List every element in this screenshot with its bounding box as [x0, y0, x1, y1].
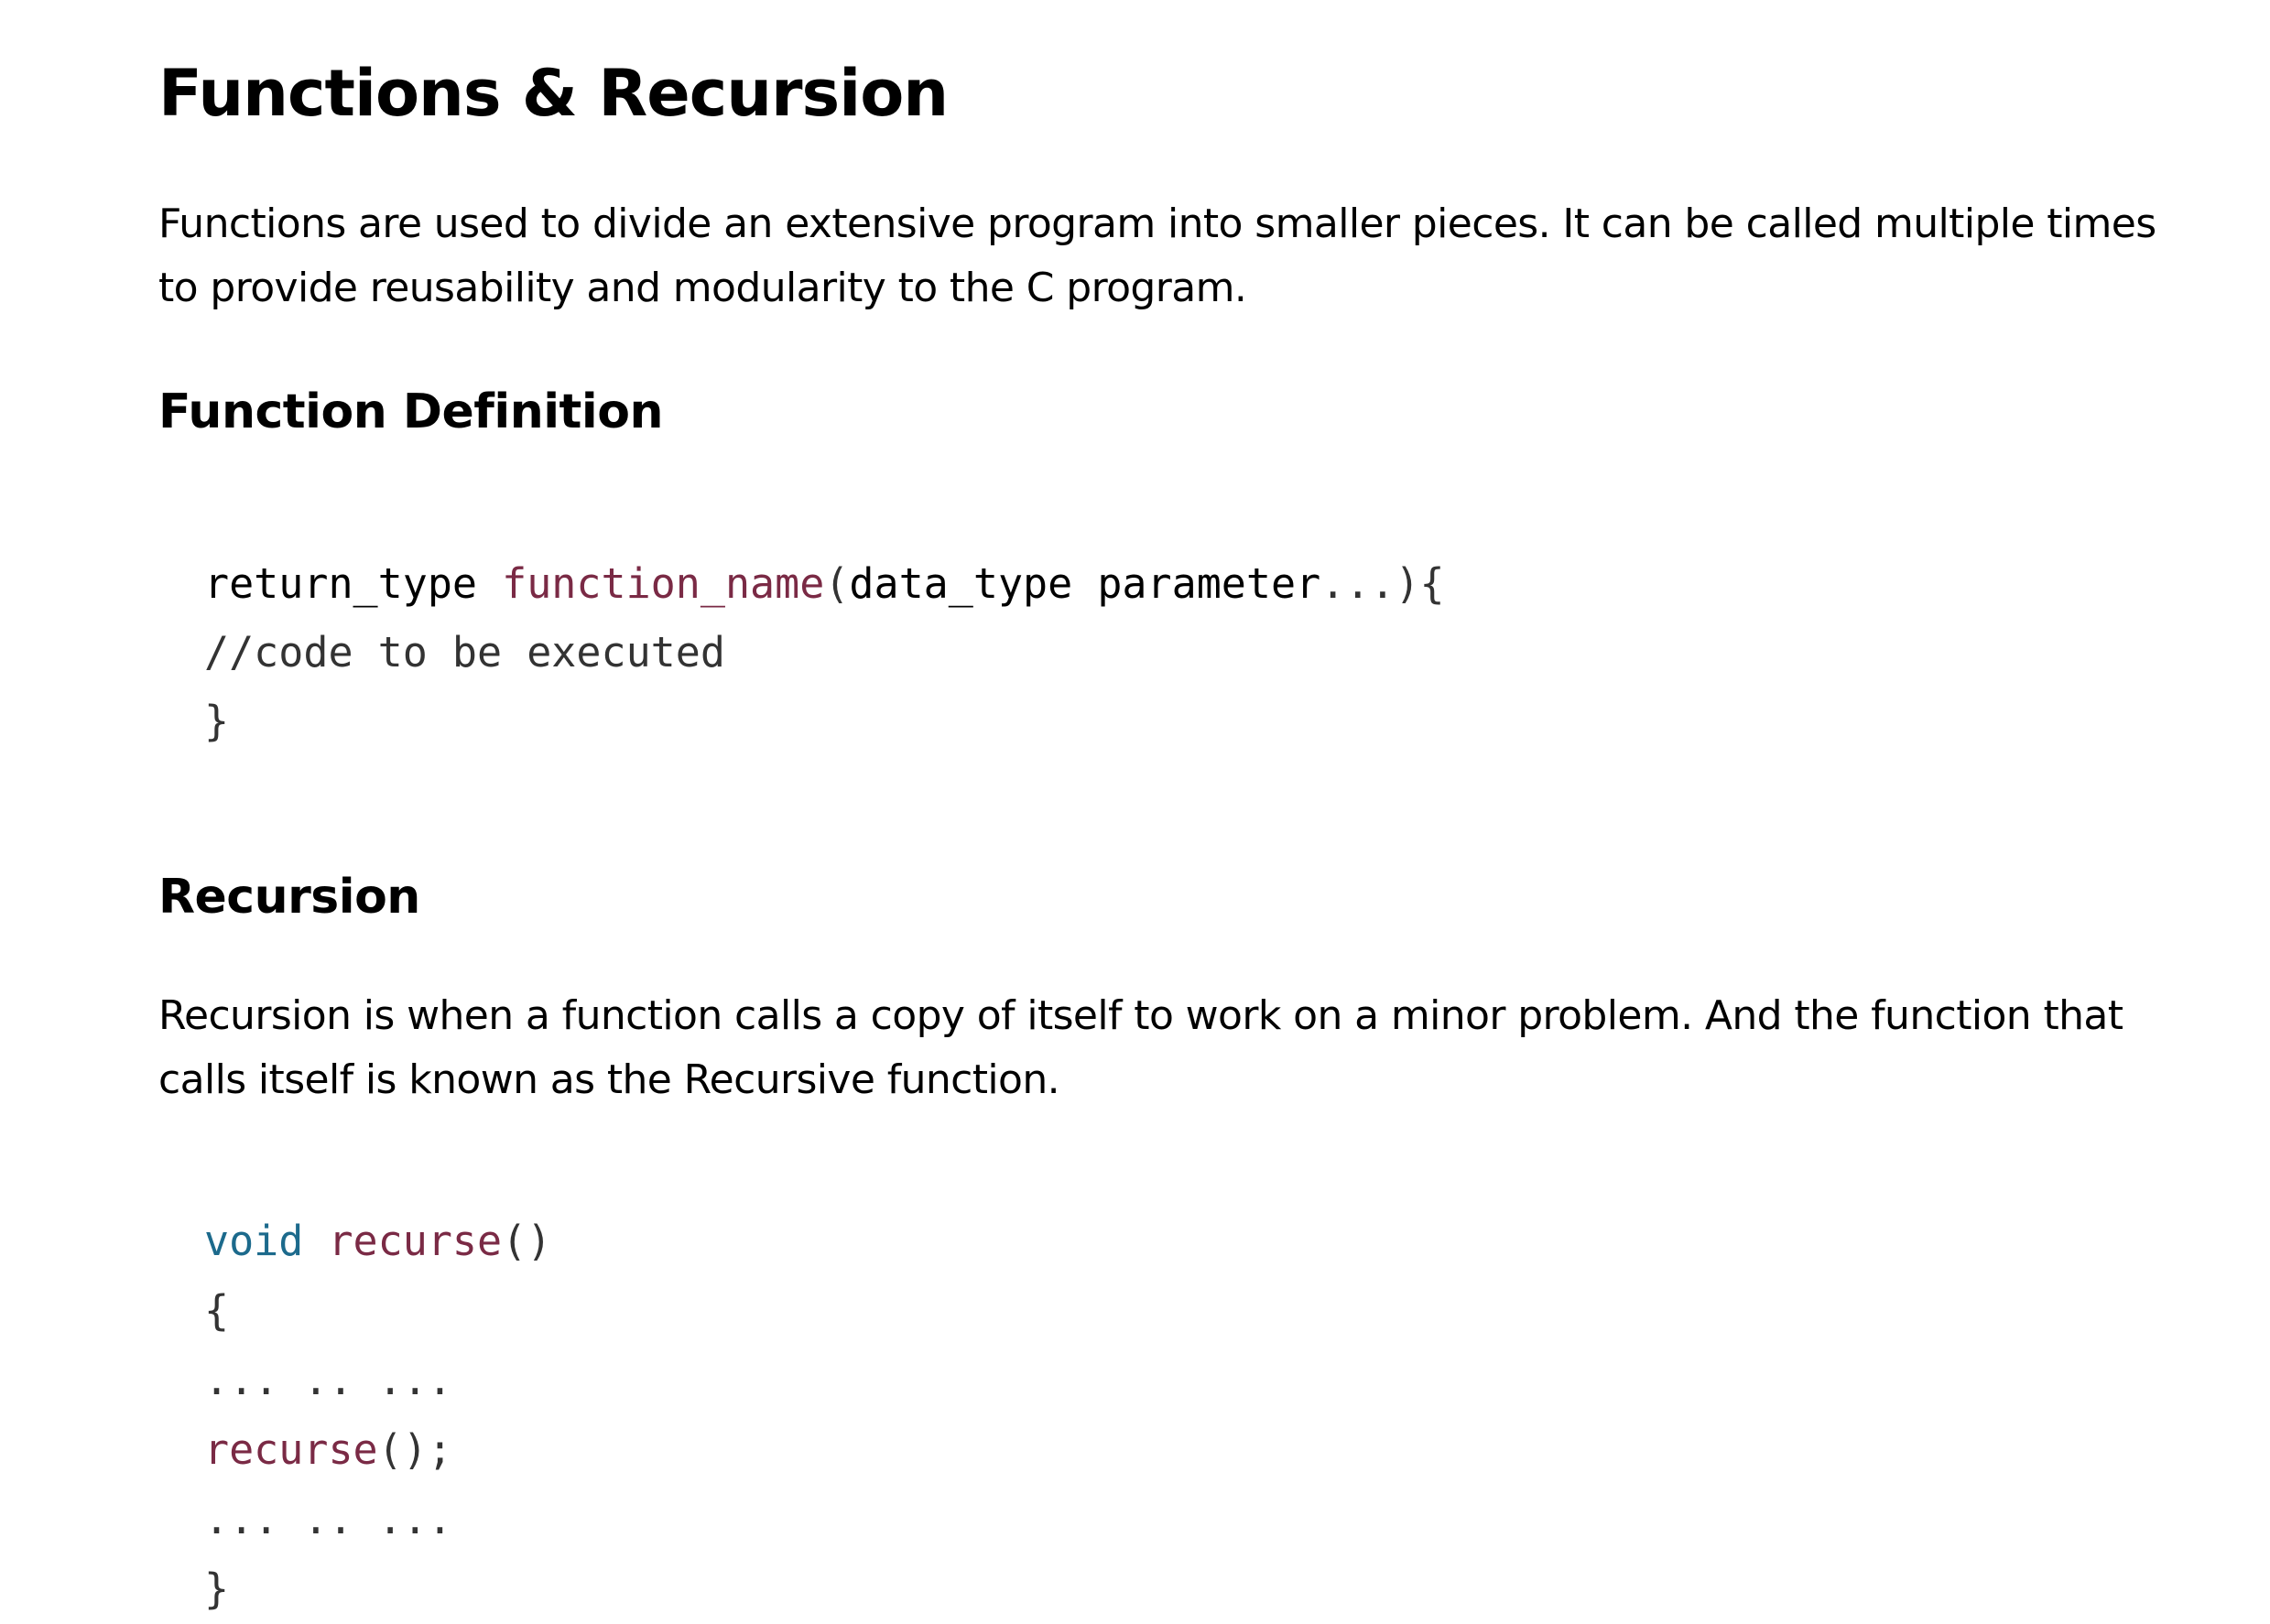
code-recursive-call: recurse — [204, 1425, 378, 1474]
code-line-1: return_type function_name(data_type para… — [204, 549, 1445, 618]
code-function-name: function_name — [502, 559, 825, 608]
code-parens: () — [502, 1217, 552, 1265]
code-function-name: recurse — [328, 1217, 503, 1265]
code-line-3: ... .. ... — [204, 1356, 452, 1404]
recursion-paragraph: Recursion is when a function calls a cop… — [158, 992, 2123, 1103]
code-line-2: //code to be executed — [204, 628, 725, 677]
page-title: Functions & Recursion — [158, 56, 949, 131]
code-line-rest: ...){ — [1320, 559, 1445, 608]
code-open-paren: ( — [824, 559, 850, 608]
function-definition-code-block: return_type function_name(data_type para… — [204, 549, 1445, 755]
code-keyword-void: void — [204, 1217, 304, 1265]
intro-paragraph: Functions are used to divide an extensiv… — [158, 200, 2156, 311]
code-call-rest: (); — [377, 1425, 452, 1474]
code-line-6: } — [204, 1564, 230, 1613]
code-params: data_type parameter — [849, 559, 1321, 608]
function-definition-heading: Function Definition — [158, 384, 663, 439]
code-line-3: } — [204, 697, 230, 745]
recursion-heading: Recursion — [158, 870, 420, 925]
code-line-1: void recurse() — [204, 1207, 551, 1276]
code-line-5: ... .. ... — [204, 1495, 452, 1543]
recursion-code-block: void recurse() { ... .. ... recurse(); .… — [204, 1207, 551, 1624]
code-return-type: return_type — [204, 559, 478, 608]
code-line-2: { — [204, 1286, 230, 1335]
code-line-4: recurse(); — [204, 1415, 551, 1485]
